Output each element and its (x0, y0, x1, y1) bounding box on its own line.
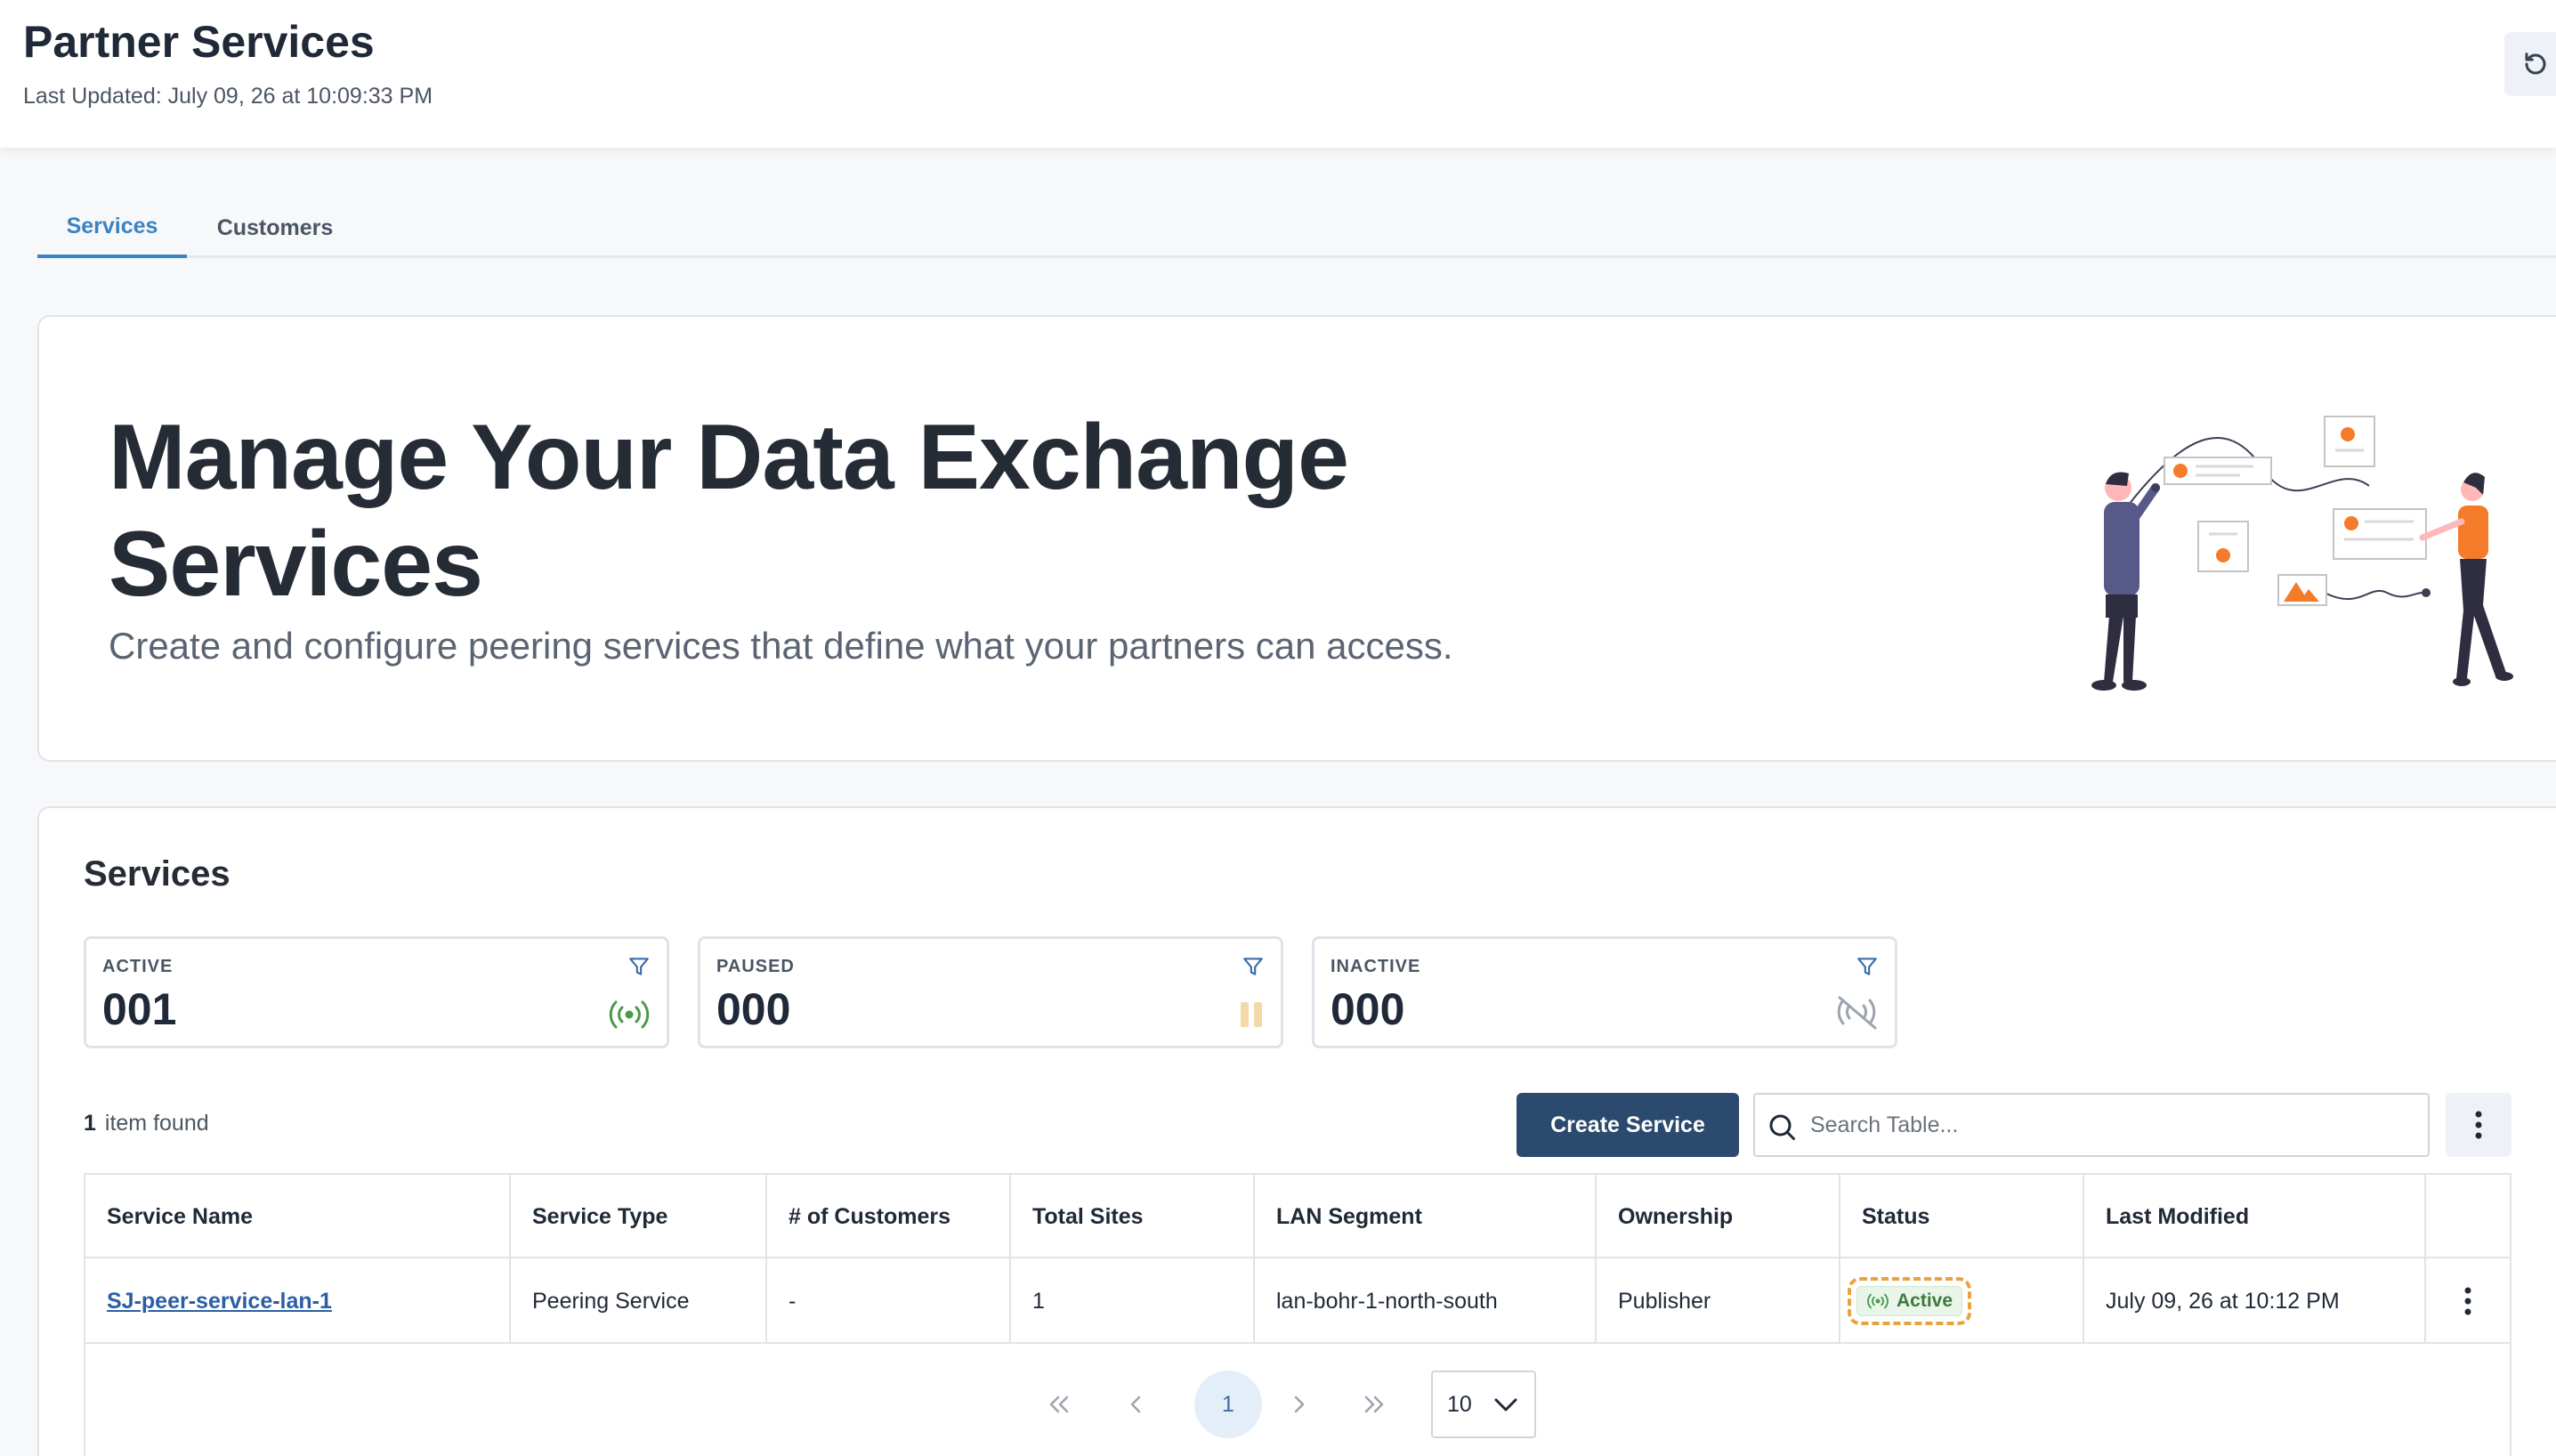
services-panel: Services ACTIVE 001 PAUSED 000 INACTIVE … (37, 806, 2556, 1456)
page-title: Partner Services (23, 17, 375, 67)
first-page-button[interactable] (1032, 1372, 1086, 1436)
cell-total-sites: 1 (1011, 1258, 1255, 1344)
service-name-link[interactable]: SJ-peer-service-lan-1 (107, 1289, 332, 1314)
column-header-service-type[interactable]: Service Type (511, 1175, 767, 1258)
tab-services[interactable]: Services (37, 198, 187, 258)
broadcast-off-icon (1837, 996, 1877, 1030)
last-updated-text: Last Updated: July 09, 26 at 10:09:33 PM (23, 84, 433, 109)
previous-page-button[interactable] (1109, 1372, 1162, 1436)
chevron-down-icon (1494, 1398, 1517, 1412)
filter-icon[interactable] (1242, 955, 1265, 978)
stat-card-active[interactable]: ACTIVE 001 (84, 936, 669, 1048)
cell-status: Active (1840, 1258, 2084, 1344)
column-header-ownership[interactable]: Ownership (1597, 1175, 1840, 1258)
cell-lan-segment: lan-bohr-1-north-south (1255, 1258, 1597, 1344)
stat-value-active: 001 (102, 984, 177, 1034)
table-options-button[interactable] (2446, 1093, 2512, 1157)
stat-label-inactive: INACTIVE (1331, 957, 1421, 976)
hero-title: Manage Your Data Exchange Services (109, 406, 1349, 616)
filter-icon[interactable] (1856, 955, 1879, 978)
double-chevron-left-icon (1049, 1395, 1069, 1413)
create-service-button[interactable]: Create Service (1517, 1093, 1739, 1157)
hero-banner: Manage Your Data Exchange Services Creat… (37, 315, 2556, 762)
column-header-total-sites[interactable]: Total Sites (1011, 1175, 1255, 1258)
broadcast-icon (1867, 1293, 1889, 1309)
cell-ownership: Publisher (1597, 1258, 1840, 1344)
hero-subtitle: Create and configure peering services th… (109, 625, 1453, 667)
stat-value-inactive: 000 (1331, 984, 1405, 1034)
page-size-value: 10 (1447, 1391, 1472, 1417)
column-header-last-modified[interactable]: Last Modified (2084, 1175, 2426, 1258)
column-header-status[interactable]: Status (1840, 1175, 2084, 1258)
current-page-button[interactable]: 1 (1194, 1371, 1262, 1438)
column-header-service-name[interactable]: Service Name (85, 1175, 511, 1258)
tab-customers[interactable]: Customers (199, 198, 351, 258)
status-badge: Active (1856, 1286, 1963, 1316)
next-page-button[interactable] (1273, 1372, 1326, 1436)
cell-last-modified: July 09, 26 at 10:12 PM (2084, 1258, 2426, 1344)
search-icon (1769, 1114, 1795, 1140)
items-count: 1 (84, 1111, 96, 1136)
services-table: Service Name Service Type # of Customers… (84, 1173, 2512, 1456)
refresh-icon (2525, 53, 2546, 75)
people-collaboration-illustration (2091, 416, 2513, 691)
column-header-lan-segment[interactable]: LAN Segment (1255, 1175, 1597, 1258)
pagination: 1 10 (85, 1344, 2510, 1456)
double-chevron-right-icon (1364, 1395, 1384, 1413)
table-header-row: Service Name Service Type # of Customers… (85, 1175, 2510, 1258)
stat-value-paused: 000 (716, 984, 791, 1034)
last-page-button[interactable] (1347, 1372, 1401, 1436)
more-vertical-icon (2464, 1287, 2471, 1315)
cell-customers: - (767, 1258, 1011, 1344)
items-found-text: 1 item found (84, 1111, 209, 1136)
more-vertical-icon (2475, 1111, 2482, 1139)
refresh-button[interactable] (2504, 32, 2556, 96)
cell-service-name: SJ-peer-service-lan-1 (85, 1258, 511, 1344)
tab-bar: Services Customers (37, 198, 2556, 258)
stat-card-inactive[interactable]: INACTIVE 000 (1312, 936, 1897, 1048)
chevron-left-icon (1130, 1395, 1141, 1413)
page-size-select[interactable]: 10 (1431, 1371, 1536, 1438)
cell-service-type: Peering Service (511, 1258, 767, 1344)
items-found-label: item found (104, 1111, 209, 1136)
column-header-customers[interactable]: # of Customers (767, 1175, 1011, 1258)
status-highlight: Active (1848, 1277, 1972, 1325)
table-row: SJ-peer-service-lan-1 Peering Service - … (85, 1258, 2510, 1344)
status-text: Active (1897, 1290, 1953, 1311)
chevron-right-icon (1294, 1395, 1305, 1413)
search-input[interactable] (1810, 1095, 2415, 1155)
pause-icon (1241, 1002, 1262, 1027)
broadcast-icon (609, 1000, 650, 1029)
stat-label-active: ACTIVE (102, 957, 174, 976)
stat-card-paused[interactable]: PAUSED 000 (698, 936, 1283, 1048)
services-section-title: Services (84, 854, 231, 894)
search-box (1753, 1093, 2430, 1157)
page-header: Partner Services Last Updated: July 09, … (0, 0, 2556, 148)
filter-icon[interactable] (627, 955, 651, 978)
row-actions-button[interactable] (2426, 1258, 2510, 1344)
stat-label-paused: PAUSED (716, 957, 795, 976)
